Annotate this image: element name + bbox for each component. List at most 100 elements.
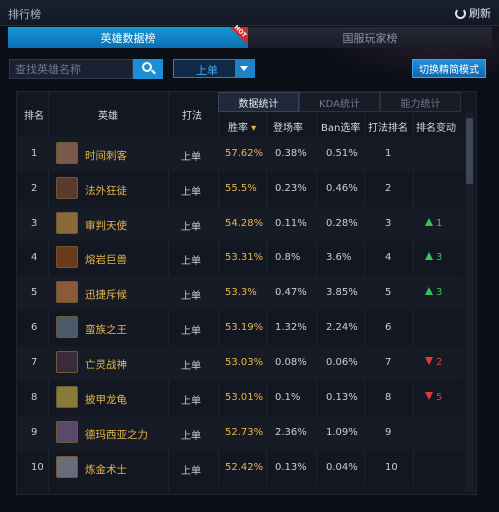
hero-avatar (56, 421, 78, 443)
role-rank-value: 7 (385, 357, 392, 368)
hero-avatar (56, 316, 78, 338)
pickrate-value: 1.32% (275, 322, 307, 333)
arrow-up-icon (425, 287, 433, 295)
hero-role: 上单 (181, 152, 201, 163)
banrate-value: 0.28% (326, 218, 358, 229)
pickrate-value: 0.08% (275, 357, 307, 368)
pickrate-value: 0.1% (275, 392, 301, 403)
table-row[interactable]: 10 炼金术士 上单 52.42% 0.13% 0.04% 10 (17, 451, 463, 485)
table-row[interactable]: 8 披甲龙龟 上单 53.01% 0.1% 0.13% 8 5 (17, 381, 463, 415)
window-title: 排行榜 (8, 8, 41, 21)
pickrate-value: 0.11% (275, 218, 307, 229)
hero-name: 披甲龙龟 (85, 394, 127, 406)
tab-hero-data[interactable]: 英雄数据榜 HOT (8, 24, 248, 48)
table-row[interactable]: 3 审判天使 上单 54.28% 0.11% 0.28% 3 1 (17, 207, 463, 241)
banrate-value: 3.6% (326, 252, 352, 263)
banrate-value: 3.85% (326, 287, 358, 298)
hero-avatar (56, 212, 78, 234)
stats-subtabs: 数据统计 KDA统计 能力统计 (218, 92, 461, 112)
refresh-icon (455, 7, 466, 19)
switch-mode-button[interactable]: 切换精简模式 (412, 59, 486, 78)
position-select[interactable]: 上单 (173, 59, 255, 78)
subtab-data-stats[interactable]: 数据统计 (218, 92, 299, 112)
banrate-value: 0.13% (326, 392, 358, 403)
col-rank[interactable]: 排名 (24, 107, 44, 122)
hero-role: 上单 (181, 396, 201, 407)
tab-server-players[interactable]: 国服玩家榜 (248, 27, 492, 48)
col-role[interactable]: 打法 (182, 107, 202, 122)
hero-name: 时间刺客 (85, 150, 127, 162)
pickrate-value: 0.13% (275, 462, 307, 473)
table-row[interactable]: 1 时间刺客 上单 57.62% 0.38% 0.51% 1 (17, 137, 463, 171)
hero-role: 上单 (181, 187, 201, 198)
role-rank-value: 9 (385, 427, 392, 438)
role-rank-value: 8 (385, 392, 392, 403)
hero-role: 上单 (181, 431, 201, 442)
search-input[interactable] (9, 59, 133, 79)
role-rank-value: 1 (385, 148, 392, 159)
role-rank-value: 3 (385, 218, 392, 229)
hero-role: 上单 (181, 466, 201, 477)
role-rank-value: 2 (385, 183, 392, 194)
row-rank: 10 (31, 462, 44, 473)
hero-name: 熔岩巨兽 (85, 254, 127, 266)
arrow-up-icon (425, 218, 433, 226)
table-row[interactable]: 4 熔岩巨兽 上单 53.31% 0.8% 3.6% 4 3 (17, 241, 463, 275)
table-row[interactable]: 6 蛮族之王 上单 53.19% 1.32% 2.24% 6 (17, 311, 463, 345)
hero-name: 德玛西亚之力 (85, 429, 148, 441)
pickrate-value: 0.8% (275, 252, 301, 263)
search-button[interactable] (133, 59, 163, 79)
role-rank-value: 10 (385, 462, 398, 473)
rank-change-value: 3 (436, 287, 443, 298)
rank-change-value: 2 (436, 357, 443, 368)
banrate-value: 2.24% (326, 322, 358, 333)
banrate-value: 1.09% (326, 427, 358, 438)
role-rank-value: 4 (385, 252, 392, 263)
table-row[interactable]: 5 迅捷斥候 上单 53.3% 0.47% 3.85% 5 3 (17, 276, 463, 310)
hero-role: 上单 (181, 291, 201, 302)
hero-avatar (56, 281, 78, 303)
pickrate-value: 0.47% (275, 287, 307, 298)
hero-name: 审判天使 (85, 220, 127, 232)
row-rank: 2 (31, 183, 38, 194)
row-rank: 9 (31, 427, 38, 438)
hero-avatar (56, 246, 78, 268)
table-row[interactable]: 2 法外狂徒 上单 55.5% 0.23% 0.46% 2 (17, 172, 463, 206)
chevron-down-icon (235, 60, 254, 77)
scrollbar-thumb[interactable] (466, 118, 473, 184)
title-bar: 排行榜 刷新 (0, 0, 499, 26)
banrate-value: 0.06% (326, 357, 358, 368)
pickrate-value: 0.23% (275, 183, 307, 194)
winrate-value: 54.28% (225, 218, 264, 229)
role-rank-value: 5 (385, 287, 392, 298)
col-banrate[interactable]: Ban选率 (321, 119, 360, 134)
role-rank-value: 6 (385, 322, 392, 333)
main-tabs: 英雄数据榜 HOT 国服玩家榜 (8, 24, 492, 48)
banrate-value: 0.46% (326, 183, 358, 194)
sort-desc-icon: ▾ (248, 123, 257, 134)
row-rank: 7 (31, 357, 38, 368)
rank-change-value: 3 (436, 252, 443, 263)
refresh-label: 刷新 (469, 7, 491, 20)
winrate-value: 52.42% (225, 462, 264, 473)
hero-name: 炼金术士 (85, 464, 127, 476)
col-role-rank[interactable]: 打法排名 (368, 119, 408, 134)
refresh-button[interactable]: 刷新 (455, 5, 491, 21)
hero-avatar (56, 351, 78, 373)
col-pickrate[interactable]: 登场率 (273, 119, 303, 134)
subtab-kda-stats[interactable]: KDA统计 (299, 92, 380, 112)
hero-role: 上单 (181, 326, 201, 337)
winrate-value: 57.62% (225, 148, 264, 159)
hero-name: 亡灵战神 (85, 359, 127, 371)
table-row[interactable]: 7 亡灵战神 上单 53.03% 0.08% 0.06% 7 2 (17, 346, 463, 380)
hero-name: 迅捷斥候 (85, 289, 127, 301)
winrate-value: 55.5% (225, 183, 257, 194)
col-rank-change[interactable]: 排名变动 (416, 119, 456, 134)
col-winrate[interactable]: 胜率 ▾ (228, 119, 256, 134)
hero-avatar (56, 456, 78, 478)
rank-change: 3 (425, 287, 442, 298)
table-row[interactable]: 9 德玛西亚之力 上单 52.73% 2.36% 1.09% 9 (17, 416, 463, 450)
hero-role: 上单 (181, 361, 201, 372)
position-select-value: 上单 (196, 64, 218, 77)
subtab-ability-stats[interactable]: 能力统计 (380, 92, 461, 112)
